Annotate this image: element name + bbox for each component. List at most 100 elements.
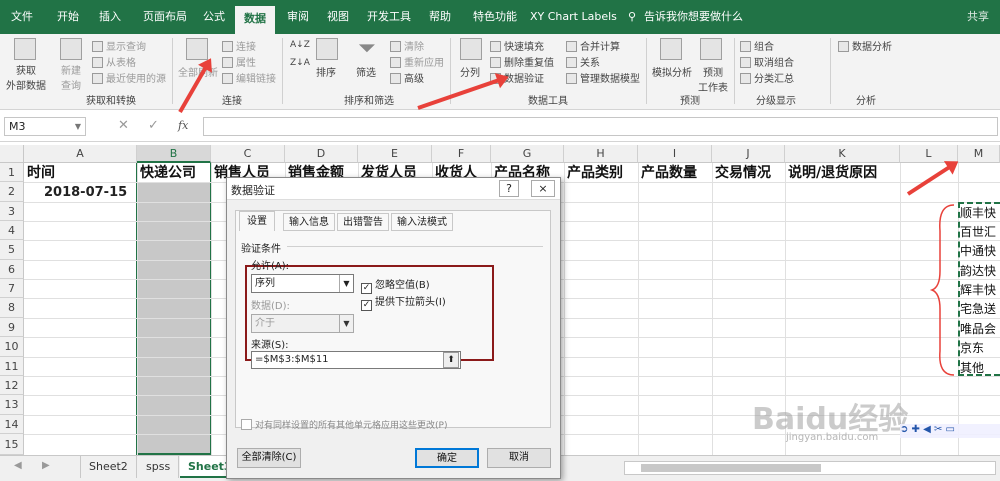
cell-k1[interactable]: 说明/退货原因	[786, 164, 877, 182]
flash-fill-button[interactable]: 快速填充	[490, 38, 544, 53]
row-header[interactable]: 10	[0, 337, 24, 357]
column-header-e[interactable]: E	[358, 145, 432, 163]
cell-i1[interactable]: 产品数量	[639, 164, 697, 182]
properties-button[interactable]: 属性	[222, 54, 256, 69]
ungroup-button[interactable]: 取消组合	[740, 54, 794, 69]
row-header[interactable]: 6	[0, 260, 24, 279]
ignore-blank-checkbox[interactable]: ✓ 忽略空值(B)	[361, 276, 430, 294]
advanced-button[interactable]: 高级	[390, 70, 424, 85]
tab-formulas[interactable]: 公式	[196, 0, 232, 34]
cell-b1[interactable]: 快递公司	[138, 164, 196, 182]
from-table-button[interactable]: 从表格	[92, 54, 136, 69]
cell-a2[interactable]: 2018-07-15	[44, 183, 127, 202]
cell-a1[interactable]: 时间	[25, 164, 55, 182]
row-header[interactable]: 15	[0, 434, 24, 455]
tab-error-alert[interactable]: 出错警告	[337, 213, 389, 231]
tab-view[interactable]: 视图	[320, 0, 356, 34]
sheet-tab-sheet2[interactable]: Sheet2	[80, 456, 137, 478]
row-header[interactable]: 9	[0, 318, 24, 337]
share-button[interactable]: 共享	[958, 0, 998, 34]
clear-all-button[interactable]: 全部清除(C)	[237, 448, 301, 468]
name-box[interactable]: M3 ▼	[4, 117, 86, 136]
row-header[interactable]: 13	[0, 395, 24, 415]
subtotal-button[interactable]: 分类汇总	[740, 70, 794, 85]
get-external-data-button[interactable]: 获取 外部数据	[4, 62, 48, 92]
close-icon[interactable]: ×	[531, 180, 555, 197]
sort-button[interactable]: 排序	[316, 64, 336, 79]
formula-input[interactable]	[203, 117, 998, 136]
scroll-left-icon[interactable]: ◀	[14, 460, 22, 471]
cell-m9[interactable]: 唯品会	[960, 320, 1000, 337]
range-select-icon[interactable]: ⬆	[443, 352, 459, 368]
row-header[interactable]: 1	[0, 163, 24, 182]
tab-ime-mode[interactable]: 输入法模式	[391, 213, 453, 231]
row-header[interactable]: 8	[0, 298, 24, 318]
row-header[interactable]: 5	[0, 240, 24, 260]
column-header-g[interactable]: G	[491, 145, 564, 163]
cell-m10[interactable]: 京东	[960, 339, 1000, 356]
clear-button[interactable]: 清除	[390, 38, 424, 53]
tab-home[interactable]: 开始	[50, 0, 86, 34]
filter-button[interactable]: 筛选	[356, 64, 376, 79]
scrollbar-thumb[interactable]	[641, 464, 821, 472]
column-header-c[interactable]: C	[211, 145, 285, 163]
edit-links-button[interactable]: 编辑链接	[222, 70, 276, 85]
row-header[interactable]: 3	[0, 202, 24, 221]
row-header[interactable]: 12	[0, 376, 24, 395]
manage-data-model-button[interactable]: 管理数据模型	[566, 70, 640, 85]
cell-m6[interactable]: 韵达快	[960, 262, 1000, 279]
tab-input-message[interactable]: 输入信息	[283, 213, 335, 231]
column-header-a[interactable]: A	[24, 145, 137, 163]
horizontal-scrollbar[interactable]	[624, 461, 996, 475]
group-button[interactable]: 组合	[740, 38, 774, 53]
ok-button[interactable]: 确定	[415, 448, 479, 468]
cell-h1[interactable]: 产品类别	[565, 164, 623, 182]
tab-special-features[interactable]: 特色功能	[464, 0, 526, 34]
floating-toolbar[interactable]: ➲ ✚ ◀ ✂ ▭	[900, 424, 1000, 438]
column-header-h[interactable]: H	[564, 145, 638, 163]
text-to-columns-button[interactable]: 分列	[460, 64, 480, 79]
tab-data[interactable]: 数据	[235, 6, 275, 34]
row-header[interactable]: 14	[0, 415, 24, 434]
column-header-d[interactable]: D	[285, 145, 358, 163]
show-query-button[interactable]: 显示查询	[92, 38, 146, 53]
tab-developer[interactable]: 开发工具	[362, 0, 416, 34]
remove-duplicates-button[interactable]: 删除重复值	[490, 54, 554, 69]
column-header-j[interactable]: J	[712, 145, 785, 163]
select-all-corner[interactable]	[0, 145, 24, 163]
cell-m8[interactable]: 宅急送	[960, 300, 1000, 317]
cell-m3[interactable]: 顺丰快	[960, 204, 1000, 221]
tab-insert[interactable]: 插入	[92, 0, 128, 34]
source-input[interactable]: =$M$3:$M$11	[251, 351, 461, 369]
new-query-button[interactable]: 新建 查询	[56, 62, 86, 92]
forecast-sheet-button[interactable]: 预测 工作表	[698, 64, 728, 94]
data-select[interactable]: 介于 ▼	[251, 314, 354, 333]
insert-function-icon[interactable]: fx	[178, 119, 188, 132]
tab-settings[interactable]: 设置	[239, 211, 275, 231]
in-cell-dropdown-checkbox[interactable]: ✓ 提供下拉箭头(I)	[361, 293, 446, 311]
reapply-button[interactable]: 重新应用	[390, 54, 444, 69]
row-header[interactable]: 11	[0, 357, 24, 376]
column-header-f[interactable]: F	[432, 145, 491, 163]
row-header[interactable]: 2	[0, 182, 24, 202]
column-header-b[interactable]: B	[137, 145, 211, 163]
cell-m5[interactable]: 中通快	[960, 242, 1000, 259]
column-header-i[interactable]: I	[638, 145, 712, 163]
allow-select[interactable]: 序列 ▼	[251, 274, 354, 293]
enter-icon[interactable]: ✓	[148, 118, 159, 133]
what-if-analysis-button[interactable]: 模拟分析	[652, 64, 692, 79]
tab-page-layout[interactable]: 页面布局	[138, 0, 192, 34]
sort-az-icon[interactable]: A↓Z	[290, 40, 310, 50]
tab-help[interactable]: 帮助	[422, 0, 458, 34]
column-header-m[interactable]: M	[958, 145, 1000, 163]
cancel-button[interactable]: 取消	[487, 448, 551, 468]
row-header[interactable]: 7	[0, 279, 24, 298]
connections-button[interactable]: 连接	[222, 38, 256, 53]
relationships-button[interactable]: 关系	[566, 54, 600, 69]
help-button[interactable]: ?	[499, 180, 519, 197]
cell-m11[interactable]: 其他	[960, 359, 1000, 376]
cancel-icon[interactable]: ✕	[118, 118, 129, 133]
scroll-right-icon[interactable]: ▶	[42, 460, 50, 471]
tab-review[interactable]: 审阅	[280, 0, 316, 34]
cell-m4[interactable]: 百世汇	[960, 223, 1000, 240]
